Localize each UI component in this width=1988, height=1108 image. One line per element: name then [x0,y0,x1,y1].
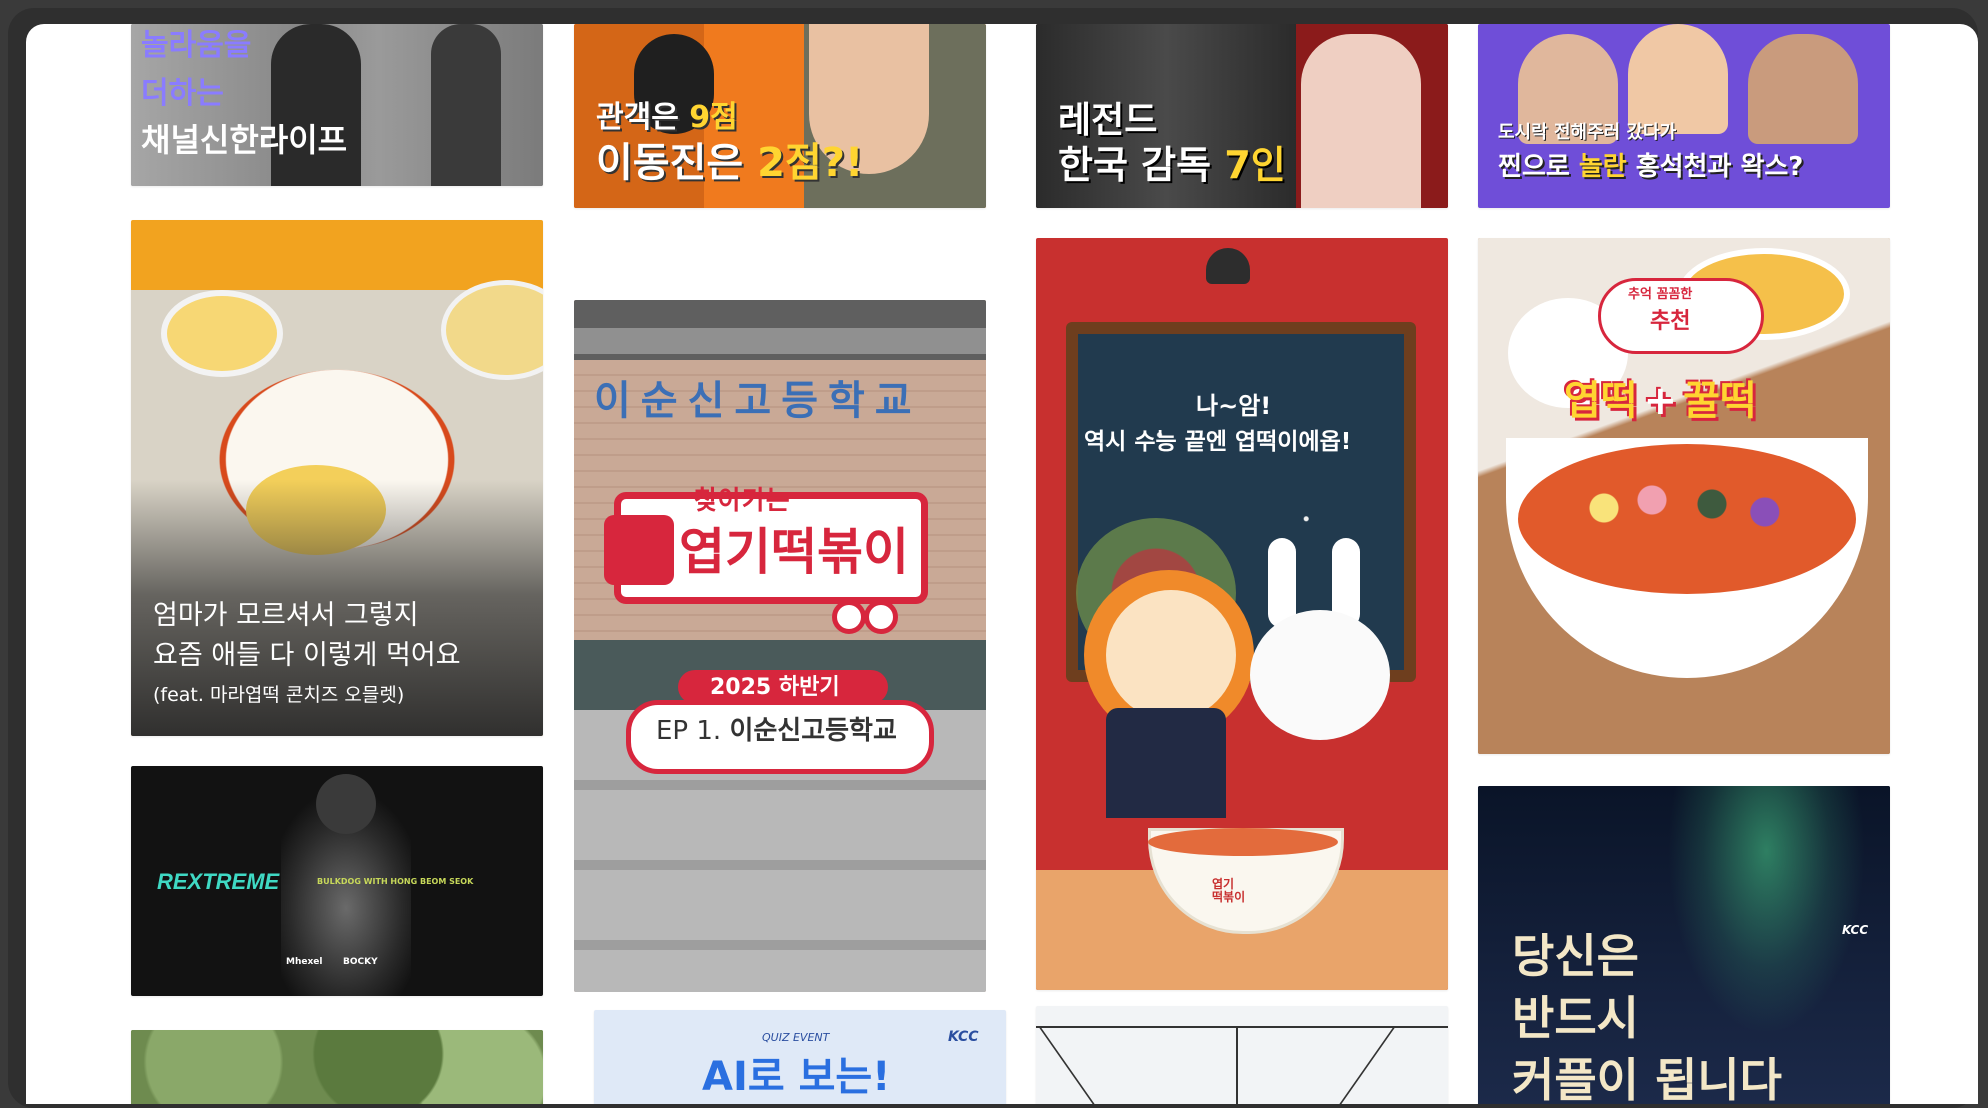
sponsor-logo: BOCKY [343,957,378,967]
bowl-logo: 엽기 떡볶이 [1212,877,1246,905]
brand-logo-text: REXTREME [157,869,280,894]
event-title: AI로 보는! [702,1054,891,1100]
device-frame: 놀라움을 더하는 채널신한라이프 엄마가 모르셔서 그렇지 요즘 애들 다 이렇… [8,8,1978,1108]
card-title: 이동진은 2점?! [596,142,863,184]
card-caption-line: (feat. 마라엽떡 콘치즈 오믈렛) [153,684,405,706]
event-label: QUIZ EVENT [762,1031,830,1044]
truck-top-text: 찾아가는 [694,486,790,516]
feed-card-rextreme[interactable]: REXTREME BULKDOG WITH HONG BEOM SEOK Mhe… [131,766,543,996]
content-feed[interactable]: 놀라움을 더하는 채널신한라이프 엄마가 모르셔서 그렇지 요즘 애들 다 이렇… [26,24,1978,1104]
title-highlight: 2점?! [757,140,864,186]
feed-card-trees[interactable] [131,1030,543,1104]
card-title: 레전드 [1058,100,1158,141]
episode-label: EP 1. 이순신고등학교 [656,716,897,746]
kcc-logo: KCC [948,1029,979,1045]
feed-card-movie-score[interactable]: 관객은 9점 이동진은 2점?! [574,24,986,208]
title-highlight: 놀란 [1578,152,1627,182]
card-title: 찐으로 놀란 홍석천과 왁스? [1498,152,1804,182]
feed-card-lunchbox-visit[interactable]: 도시락 전해주러 갔다가 찐으로 놀란 홍석천과 왁스? [1478,24,1890,208]
recommend-badge-main: 추천 [1650,309,1691,334]
title-part: 이동진은 [596,140,758,186]
feed-card-school-visit[interactable]: 이순신고등학교 찾아가는 엽기떡볶이 2025 하반기 EP 1. 이순신고등학… [574,300,986,992]
title-part: 한국 감독 [1058,143,1225,187]
card-title-line: 더하는 [141,76,224,111]
title-part: 관객은 [596,100,690,135]
feed-card-quiz-event[interactable]: QUIZ EVENT AI로 보는! KCC [594,1010,1006,1104]
feed-card-fresh-egg-tteokbokki[interactable]: 엄마가 모르셔서 그렇지 요즘 애들 다 이렇게 먹어요 (feat. 마라엽떡… [131,220,543,736]
feed-card-yeopddeok-honeyddeok[interactable]: 추억 꼼꼼한 추천 엽떡 + 꿀떡 [1478,238,1890,754]
title-highlight: 7인 [1224,143,1286,187]
title-highlight: 9점 [689,100,738,135]
card-title-line: 채널신한라이프 [141,121,348,159]
card-title: 나~암! [1196,392,1272,420]
title-part: 홍석천과 왁스? [1626,152,1804,182]
card-title-line: 놀라움을 [141,28,252,63]
brand-subtitle: BULKDOG WITH HONG BEOM SEOK [317,877,474,886]
card-title: 역시 수능 끝엔 엽떡이에옵! [1084,429,1352,455]
episode-number: EP 1. [656,716,730,746]
kcc-logo: KCC [1842,923,1869,937]
card-title-line: 커플이 됩니다 [1512,1053,1782,1104]
episode-title: 이순신고등학교 [729,716,897,746]
feed-card-lion-rabbit[interactable]: 나~암! 역시 수능 끝엔 엽떡이에옵! 엽기 떡볶이 [1036,238,1448,990]
feed-card-legend-directors[interactable]: 레전드 한국 감독 7인 [1036,24,1448,208]
card-title: 한국 감독 7인 [1058,143,1286,187]
recommend-badge-top: 추억 꼼꼼한 [1628,287,1693,302]
title-part: 찐으로 [1498,152,1579,182]
title-part: 엽떡 [1564,378,1638,424]
card-title-line: 반드시 [1512,991,1639,1045]
card-title-line: 당신은 [1512,929,1639,983]
card-title: 관객은 9점 [596,102,738,134]
card-caption-line: 엄마가 모르셔서 그렇지 [153,600,419,631]
feed-card-room-ceiling[interactable] [1036,1006,1448,1104]
feed-card-couple-event[interactable]: KCC 당신은 반드시 커플이 됩니다 [1478,786,1890,1104]
sponsor-logo: Mhexel [286,957,323,967]
truck-main-text: 엽기떡볶이 [679,523,909,581]
title-plus: + [1643,378,1678,424]
card-title: 엽떡 + 꿀떡 [1564,380,1757,422]
card-subtitle: 도시락 전해주러 갔다가 [1498,122,1677,143]
feed-card-shinhan-life[interactable]: 놀라움을 더하는 채널신한라이프 [131,24,543,186]
title-part: 꿀떡 [1683,378,1757,424]
season-badge: 2025 하반기 [710,675,840,700]
card-caption-line: 요즘 애들 다 이렇게 먹어요 [153,640,461,671]
school-sign-text: 이순신고등학교 [594,378,922,424]
